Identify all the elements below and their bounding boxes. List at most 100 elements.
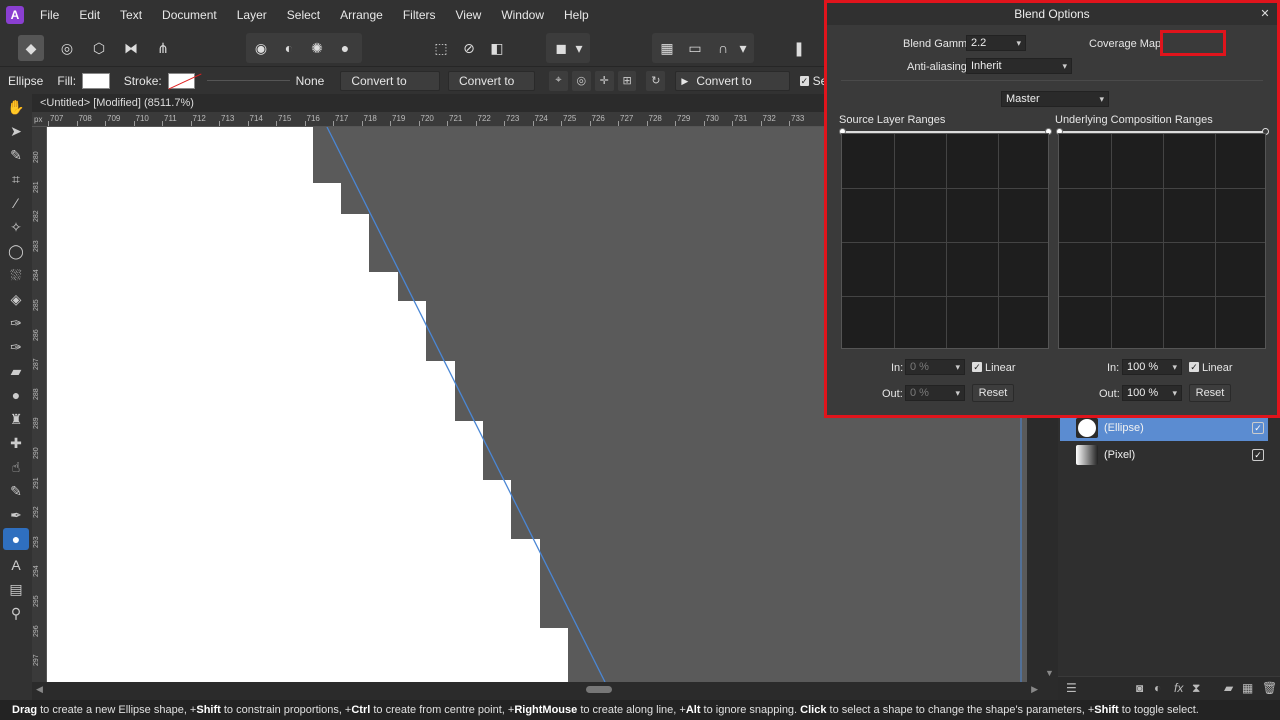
source-range-graph[interactable] xyxy=(841,133,1049,349)
source-in-field[interactable]: 0 % xyxy=(905,359,965,375)
menu-help[interactable]: Help xyxy=(554,0,599,30)
fx-icon[interactable]: fx xyxy=(1174,681,1183,695)
underlying-range-graph[interactable] xyxy=(1058,133,1266,349)
target-icon[interactable]: ⌖ xyxy=(549,70,568,91)
scroll-left-icon[interactable]: ◀ xyxy=(36,684,43,695)
selection-brush-icon[interactable]: ⁄ xyxy=(3,192,29,214)
menu-select[interactable]: Select xyxy=(277,0,330,30)
delete-layer-icon[interactable]: 🗑 xyxy=(1262,681,1277,695)
underlying-reset-button[interactable]: Reset xyxy=(1189,384,1231,402)
add-mask-icon[interactable]: ◙ xyxy=(1136,681,1143,695)
selection-checkbox[interactable]: ✓ xyxy=(800,75,809,86)
menu-file[interactable]: File xyxy=(30,0,69,30)
marquee-icon[interactable]: ⬚ xyxy=(428,35,454,61)
ruler-vertical[interactable]: 280 281 282 283 284 285 286 287 288 289 290 291 292 2… xyxy=(32,127,47,682)
menu-text[interactable]: Text xyxy=(110,0,152,30)
vertical-scrollbar[interactable]: ▼ xyxy=(1042,418,1058,682)
layer-stack-icon[interactable]: ☰ xyxy=(1066,681,1077,695)
white-balance-icon[interactable]: ● xyxy=(332,35,358,61)
menu-window[interactable]: Window xyxy=(491,0,554,30)
horizontal-scroll-thumb[interactable] xyxy=(586,686,612,693)
smudge-tool-icon[interactable]: ☝ xyxy=(3,456,29,478)
stroke-swatch[interactable] xyxy=(167,72,196,89)
menu-view[interactable]: View xyxy=(446,0,492,30)
designer-persona-icon[interactable]: ◆ xyxy=(18,35,44,61)
source-reset-button[interactable]: Reset xyxy=(972,384,1014,402)
no-selection-icon[interactable]: ⊘ xyxy=(456,35,482,61)
horizontal-scrollbar[interactable]: ◀ ▶ xyxy=(32,682,1042,698)
layer-row-ellipse[interactable]: (Ellipse) ✓ xyxy=(1060,415,1268,441)
flood-select-icon[interactable]: ✧ xyxy=(3,216,29,238)
color-picker-tool-icon[interactable]: ✎ xyxy=(3,144,29,166)
channel-dropdown[interactable]: Master xyxy=(1001,91,1109,107)
pixel-persona-icon[interactable]: ◎ xyxy=(54,35,80,61)
document-title[interactable]: <Untitled> [Modified] (8511.7%) xyxy=(32,94,832,112)
transform-center-icon[interactable]: ✛ xyxy=(594,70,614,91)
share-icon[interactable]: ⋔ xyxy=(150,35,176,61)
ruler-tick-label: 721 xyxy=(449,114,463,123)
menu-filters[interactable]: Filters xyxy=(393,0,446,30)
assistant-icon[interactable]: ❚ xyxy=(786,35,812,61)
reset-rotation-icon[interactable]: ↻ xyxy=(646,70,666,91)
mesh-warp-icon[interactable]: ▤ xyxy=(3,578,29,600)
gradient-tool-icon[interactable]: ◈ xyxy=(3,288,29,310)
snapping-magnet-icon[interactable]: ∩ xyxy=(710,35,736,61)
convert-to-curves-button[interactable]: ▶Convert to Curves xyxy=(675,70,791,106)
mask-icon[interactable]: ◼ xyxy=(548,35,574,61)
live-filter-icon[interactable]: ⧗ xyxy=(1192,681,1200,696)
stroke-width-slider[interactable] xyxy=(207,80,290,81)
coverage-map-field[interactable] xyxy=(1160,30,1226,56)
scroll-down-icon[interactable]: ▼ xyxy=(1045,668,1054,678)
clone-tool-icon[interactable]: ♜ xyxy=(3,408,29,430)
zoom-tool-icon[interactable]: ⚲ xyxy=(3,602,29,624)
eye-icon[interactable]: ◎ xyxy=(571,70,591,91)
color-wheel-icon[interactable]: ◉ xyxy=(248,35,274,61)
marquee-tool-icon[interactable]: ◯ xyxy=(3,240,29,262)
ellipse-tool-icon[interactable]: ● xyxy=(3,528,29,550)
move-tool-icon[interactable]: ➤ xyxy=(3,120,29,142)
dodge-tool-icon[interactable]: ● xyxy=(3,384,29,406)
contrast-icon[interactable]: ◐ xyxy=(276,35,302,61)
erase-brush-icon[interactable]: ▰ xyxy=(3,360,29,382)
invert-selection-icon[interactable]: ◧ xyxy=(484,35,510,61)
text-tool-icon[interactable]: A xyxy=(3,554,29,576)
menu-arrange[interactable]: Arrange xyxy=(330,0,393,30)
source-linear-checkbox[interactable]: ✓ xyxy=(972,362,982,372)
underlying-linear-checkbox[interactable]: ✓ xyxy=(1189,362,1199,372)
layer-row-pixel[interactable]: (Pixel) ✓ xyxy=(1060,442,1268,468)
layer-visibility-checkbox[interactable]: ✓ xyxy=(1252,422,1264,434)
blend-gamma-dropdown[interactable]: 2.2 xyxy=(966,35,1026,51)
crop-tool-icon[interactable]: ⌗ xyxy=(3,168,29,190)
color-picker-icon[interactable]: ✺ xyxy=(304,35,330,61)
mask-dropdown-icon[interactable]: ▾ xyxy=(572,35,586,61)
pen-tool-icon[interactable]: ✒ xyxy=(3,504,29,526)
grid-icon[interactable]: ▦ xyxy=(654,35,680,61)
snapping-persona-icon[interactable]: ⧓ xyxy=(118,35,144,61)
snapping-dropdown-icon[interactable]: ▾ xyxy=(736,35,750,61)
guides-icon[interactable]: ▭ xyxy=(682,35,708,61)
menu-edit[interactable]: Edit xyxy=(69,0,110,30)
convert-to-pie-button[interactable]: Convert to Pie xyxy=(447,70,536,106)
underlying-in-field[interactable]: 100 % xyxy=(1122,359,1182,375)
export-persona-icon[interactable]: ⬡ xyxy=(86,35,112,61)
blur-brush-icon[interactable]: ✎ xyxy=(3,480,29,502)
paint-brush-icon[interactable]: ✑ xyxy=(3,312,29,334)
close-icon[interactable]: ✕ xyxy=(1257,3,1273,25)
color-replace-icon[interactable]: ✑ xyxy=(3,336,29,358)
add-pixel-layer-icon[interactable]: ▦ xyxy=(1242,681,1253,695)
healing-tool-icon[interactable]: ✚ xyxy=(3,432,29,454)
hand-tool-icon[interactable]: ✋ xyxy=(3,96,29,118)
flood-fill-icon[interactable]: ⛆ xyxy=(3,264,29,286)
menu-document[interactable]: Document xyxy=(152,0,227,30)
fill-swatch[interactable] xyxy=(82,72,110,89)
add-group-icon[interactable]: ▰ xyxy=(1224,681,1233,695)
adjustment-icon[interactable]: ◐ xyxy=(1154,681,1161,695)
scroll-right-icon[interactable]: ▶ xyxy=(1031,684,1038,695)
anti-aliasing-dropdown[interactable]: Inherit xyxy=(966,58,1072,74)
menu-layer[interactable]: Layer xyxy=(227,0,277,30)
underlying-out-field[interactable]: 100 % xyxy=(1122,385,1182,401)
source-out-field[interactable]: 0 % xyxy=(905,385,965,401)
convert-to-donut-button[interactable]: Convert to Donut xyxy=(340,70,440,106)
align-icon[interactable]: ⊞ xyxy=(617,70,637,91)
layer-visibility-checkbox[interactable]: ✓ xyxy=(1252,449,1264,461)
